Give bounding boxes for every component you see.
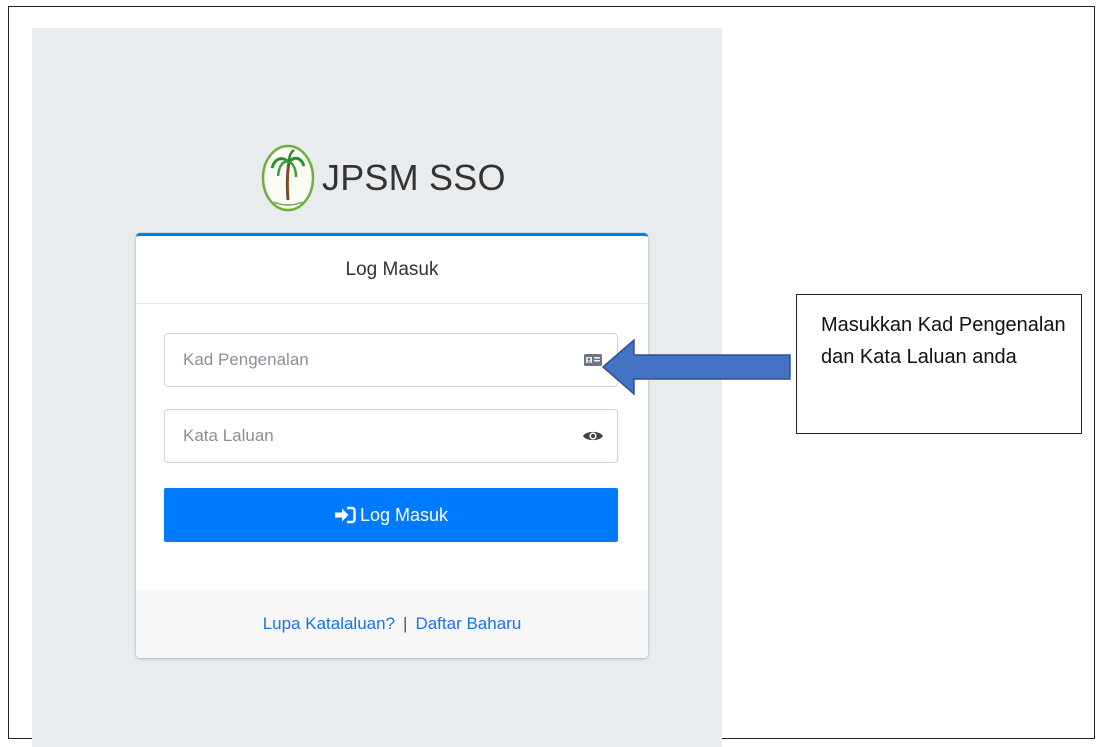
forgot-password-link[interactable]: Lupa Katalaluan? — [263, 614, 395, 634]
password-input[interactable] — [165, 410, 569, 462]
sign-in-icon — [334, 506, 356, 524]
annotation-callout: Masukkan Kad Pengenalan dan Kata Laluan … — [796, 294, 1082, 434]
ic-number-input[interactable] — [165, 334, 569, 386]
ic-input-group — [164, 333, 618, 387]
footer-separator: | — [403, 614, 408, 633]
jpsm-logo — [261, 144, 315, 212]
register-link[interactable]: Daftar Baharu — [415, 614, 521, 634]
login-button[interactable]: Log Masuk — [164, 488, 618, 542]
eye-icon[interactable] — [569, 410, 617, 462]
login-card: Log Masuk Kad Pengenalan Log Masuk Lupa … — [136, 233, 648, 658]
card-footer: Lupa Katalaluan? | Daftar Baharu — [136, 590, 648, 658]
card-title: Log Masuk — [136, 236, 648, 304]
brand-header: JPSM SSO — [260, 138, 506, 218]
brand-title: JPSM SSO — [322, 157, 506, 198]
annotation-arrow-icon — [601, 338, 791, 396]
password-input-group — [164, 409, 618, 463]
login-button-label: Log Masuk — [359, 504, 449, 525]
